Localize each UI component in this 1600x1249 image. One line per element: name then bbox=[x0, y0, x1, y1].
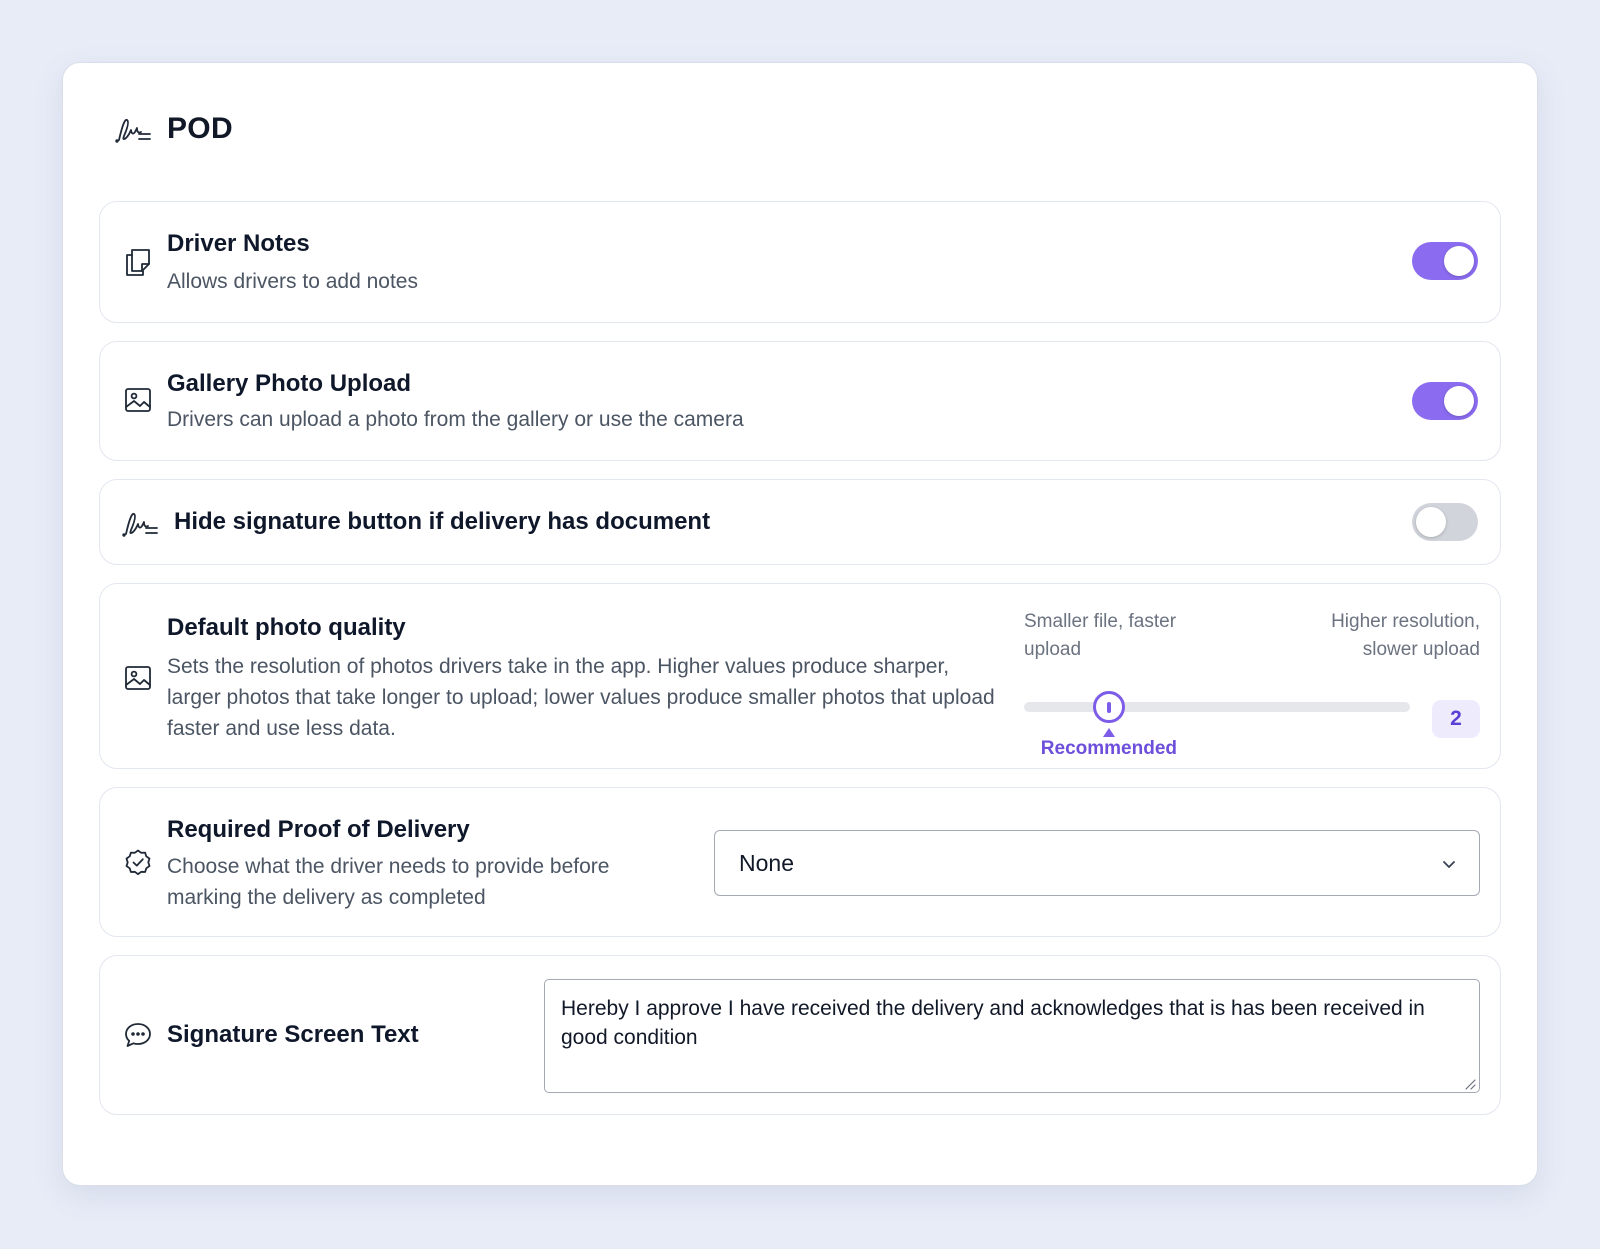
image-icon bbox=[122, 662, 154, 694]
chat-bubble-icon bbox=[122, 1019, 154, 1051]
panel-header: POD bbox=[115, 109, 233, 149]
hide-signature-row: Hide signature button if delivery has do… bbox=[99, 479, 1501, 565]
photo-quality-row: Default photo quality Sets the resolutio… bbox=[99, 583, 1501, 769]
notes-icon bbox=[122, 246, 154, 278]
photo-quality-slider: Smaller file, faster upload Higher resol… bbox=[1024, 608, 1480, 759]
required-pod-description: Choose what the driver needs to provide … bbox=[167, 855, 610, 909]
badge-check-icon bbox=[122, 847, 154, 879]
toggle-knob bbox=[1444, 246, 1474, 276]
slider-grip bbox=[1106, 701, 1111, 713]
gallery-upload-row: Gallery Photo Upload Drivers can upload … bbox=[99, 341, 1501, 461]
pod-settings-panel: POD Driver Notes Allows drivers to add n… bbox=[62, 62, 1538, 1186]
slider-label-low: Smaller file, faster upload bbox=[1024, 611, 1177, 660]
gallery-upload-toggle[interactable] bbox=[1412, 382, 1478, 420]
driver-notes-description: Allows drivers to add notes bbox=[167, 270, 418, 293]
driver-notes-title: Driver Notes bbox=[167, 230, 310, 257]
recommended-label: Recommended bbox=[1040, 738, 1177, 759]
photo-quality-title: Default photo quality bbox=[167, 614, 406, 641]
page-title: POD bbox=[167, 112, 233, 145]
driver-notes-row: Driver Notes Allows drivers to add notes bbox=[99, 201, 1501, 323]
toggle-knob bbox=[1444, 386, 1474, 416]
image-icon bbox=[122, 384, 154, 416]
signature-text-title: Signature Screen Text bbox=[167, 1021, 419, 1048]
hide-signature-title: Hide signature button if delivery has do… bbox=[174, 508, 711, 535]
gallery-upload-title: Gallery Photo Upload bbox=[167, 370, 412, 397]
required-pod-title: Required Proof of Delivery bbox=[167, 816, 470, 843]
required-pod-select[interactable]: None bbox=[714, 830, 1480, 896]
signature-icon bbox=[115, 114, 153, 144]
signature-text-row: Signature Screen Text bbox=[99, 955, 1501, 1115]
photo-quality-description: Sets the resolution of photos drivers ta… bbox=[167, 655, 995, 740]
slider-value-badge: 2 bbox=[1432, 700, 1480, 738]
toggle-knob bbox=[1416, 507, 1446, 537]
required-pod-row: Required Proof of Delivery Choose what t… bbox=[99, 787, 1501, 937]
slider-track[interactable] bbox=[1024, 702, 1410, 712]
recommended-marker bbox=[1102, 728, 1115, 737]
signature-icon bbox=[122, 507, 160, 539]
signature-text-input[interactable] bbox=[544, 979, 1480, 1093]
gallery-upload-description: Drivers can upload a photo from the gall… bbox=[167, 408, 744, 431]
select-value: None bbox=[739, 849, 794, 876]
slider-thumb[interactable] bbox=[1092, 691, 1125, 723]
slider-label-high: Higher resolution, slower upload bbox=[1331, 611, 1480, 660]
hide-signature-toggle[interactable] bbox=[1412, 503, 1478, 541]
driver-notes-toggle[interactable] bbox=[1412, 242, 1478, 280]
chevron-down-icon bbox=[1439, 853, 1459, 880]
